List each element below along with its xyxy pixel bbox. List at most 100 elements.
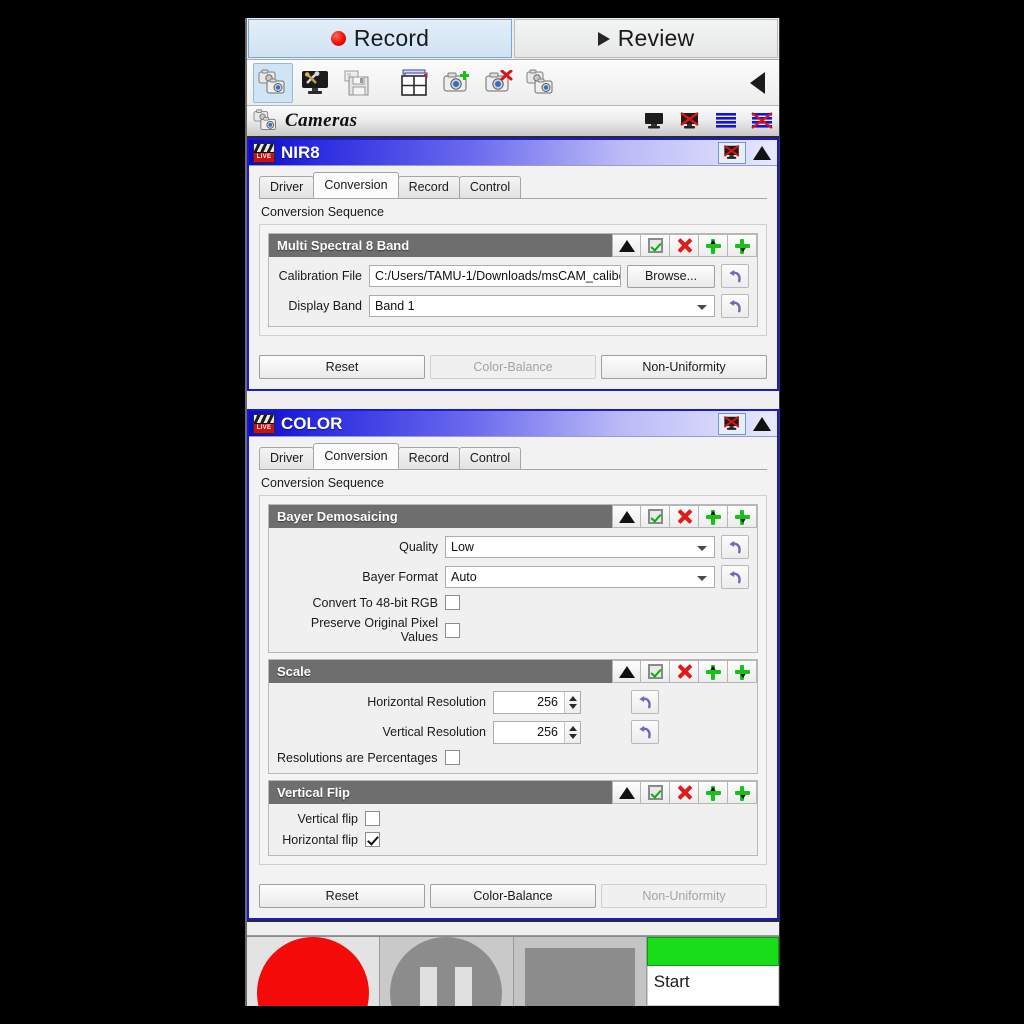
delete-stage-button[interactable] (670, 505, 699, 528)
hide-monitor-button[interactable] (675, 108, 705, 134)
undo-arrow-icon (727, 540, 744, 555)
undo-display-band-button[interactable] (721, 294, 749, 318)
insert-above-button[interactable] (699, 660, 728, 683)
settings-button[interactable] (295, 63, 335, 103)
list-view-button[interactable] (711, 108, 741, 134)
stage-buttons (612, 505, 757, 528)
status-indicator (647, 937, 779, 966)
camera-panel-color: LIVE COLOR (247, 409, 779, 920)
tab-conversion[interactable]: Conversion (313, 443, 398, 469)
insert-below-button[interactable] (728, 660, 757, 683)
field-row-quality: Quality Low (277, 535, 749, 559)
display-band-select[interactable]: Band 1 (369, 295, 715, 317)
calibration-file-input[interactable]: C:/Users/TAMU-1/Downloads/msCAM_calibera (369, 265, 621, 287)
camera-delete-icon (484, 70, 514, 96)
insert-below-button[interactable] (728, 781, 757, 804)
tab-record[interactable]: Record (398, 447, 460, 469)
move-up-button[interactable] (612, 781, 641, 804)
insert-below-button[interactable] (728, 234, 757, 257)
bayer-format-select[interactable]: Auto (445, 566, 715, 588)
tab-driver[interactable]: Driver (259, 447, 314, 469)
non-uniformity-button: Non-Uniformity (601, 884, 767, 908)
convert-48bit-checkbox[interactable] (445, 595, 460, 610)
enable-checkbox[interactable] (641, 660, 670, 683)
non-uniformity-button[interactable]: Non-Uniformity (601, 355, 767, 379)
save-settings-button[interactable] (337, 63, 377, 103)
panel-collapse-button[interactable] (748, 142, 776, 164)
undo-horizontal-resolution-button[interactable] (631, 690, 659, 714)
plus-down-icon (734, 509, 750, 525)
tab-record[interactable]: Record (248, 19, 512, 58)
stage-title: Bayer Demosaicing (269, 509, 612, 524)
reset-button[interactable]: Reset (259, 355, 425, 379)
stage-scale: Scale (268, 659, 758, 774)
undo-vertical-resolution-button[interactable] (631, 720, 659, 744)
insert-above-button[interactable] (699, 234, 728, 257)
undo-bayer-format-button[interactable] (721, 565, 749, 589)
monitor-button[interactable] (639, 108, 669, 134)
cameras-view-button[interactable] (253, 63, 293, 103)
add-camera-button[interactable] (437, 63, 477, 103)
delete-stage-button[interactable] (670, 660, 699, 683)
panel-title-bar-color[interactable]: LIVE COLOR (249, 411, 777, 437)
stop-button[interactable] (514, 937, 647, 1006)
tab-record[interactable]: Record (398, 176, 460, 198)
plus-down-icon (734, 785, 750, 801)
collapse-left-triangle-icon[interactable] (750, 72, 765, 94)
panel-close-button[interactable] (718, 142, 746, 164)
plus-up-icon (705, 238, 721, 254)
insert-below-button[interactable] (728, 505, 757, 528)
enable-checkbox[interactable] (641, 234, 670, 257)
live-badge-label: LIVE (254, 153, 274, 162)
duplicate-camera-button[interactable] (521, 63, 561, 103)
panel-close-button[interactable] (718, 413, 746, 435)
delete-stage-button[interactable] (670, 234, 699, 257)
layout-grid-button[interactable] (395, 63, 435, 103)
undo-quality-button[interactable] (721, 535, 749, 559)
tab-review[interactable]: Review (514, 19, 778, 58)
field-row-bayer-format: Bayer Format Auto (277, 565, 749, 589)
record-button[interactable] (247, 937, 380, 1006)
quality-select[interactable]: Low (445, 536, 715, 558)
move-up-button[interactable] (612, 660, 641, 683)
red-x-icon (677, 509, 692, 524)
panel-title-bar-nir8[interactable]: LIVE NIR8 (249, 140, 777, 166)
browse-button[interactable]: Browse... (627, 265, 715, 288)
color-balance-button: Color-Balance (430, 355, 596, 379)
color-balance-button[interactable]: Color-Balance (430, 884, 596, 908)
resolutions-percentages-checkbox[interactable] (445, 750, 460, 765)
vertical-resolution-stepper[interactable]: 256 (493, 721, 581, 744)
preserve-pixels-checkbox[interactable] (445, 623, 460, 638)
tab-conversion[interactable]: Conversion (313, 172, 398, 198)
enable-checkbox[interactable] (641, 505, 670, 528)
live-badge-icon: LIVE (253, 414, 275, 434)
insert-above-button[interactable] (699, 781, 728, 804)
enable-checkbox[interactable] (641, 781, 670, 804)
tab-driver[interactable]: Driver (259, 176, 314, 198)
red-circle-icon (257, 937, 369, 1006)
field-row-display-band: Display Band Band 1 (277, 294, 749, 318)
panel-tabs-nir8: Driver Conversion Record Control (259, 174, 767, 199)
panel-collapse-button[interactable] (748, 413, 776, 435)
status-label: Start (647, 966, 779, 1006)
horizontal-resolution-stepper[interactable]: 256 (493, 691, 581, 714)
move-up-button[interactable] (612, 505, 641, 528)
stage-header: Vertical Flip (269, 781, 757, 804)
collapse-all-button[interactable] (747, 108, 777, 134)
reset-button[interactable]: Reset (259, 884, 425, 908)
plus-down-icon (734, 664, 750, 680)
vertical-flip-checkbox[interactable] (365, 811, 380, 826)
stepper-arrows-icon[interactable] (564, 722, 580, 743)
stage-title: Vertical Flip (269, 785, 612, 800)
tab-control[interactable]: Control (459, 176, 521, 198)
panel-name-color: COLOR (281, 414, 716, 434)
insert-above-button[interactable] (699, 505, 728, 528)
remove-camera-button[interactable] (479, 63, 519, 103)
pause-button[interactable] (380, 937, 513, 1006)
stepper-arrows-icon[interactable] (564, 692, 580, 713)
horizontal-flip-checkbox[interactable] (365, 832, 380, 847)
undo-calibration-file-button[interactable] (721, 264, 749, 288)
tab-control[interactable]: Control (459, 447, 521, 469)
move-up-button[interactable] (612, 234, 641, 257)
delete-stage-button[interactable] (670, 781, 699, 804)
